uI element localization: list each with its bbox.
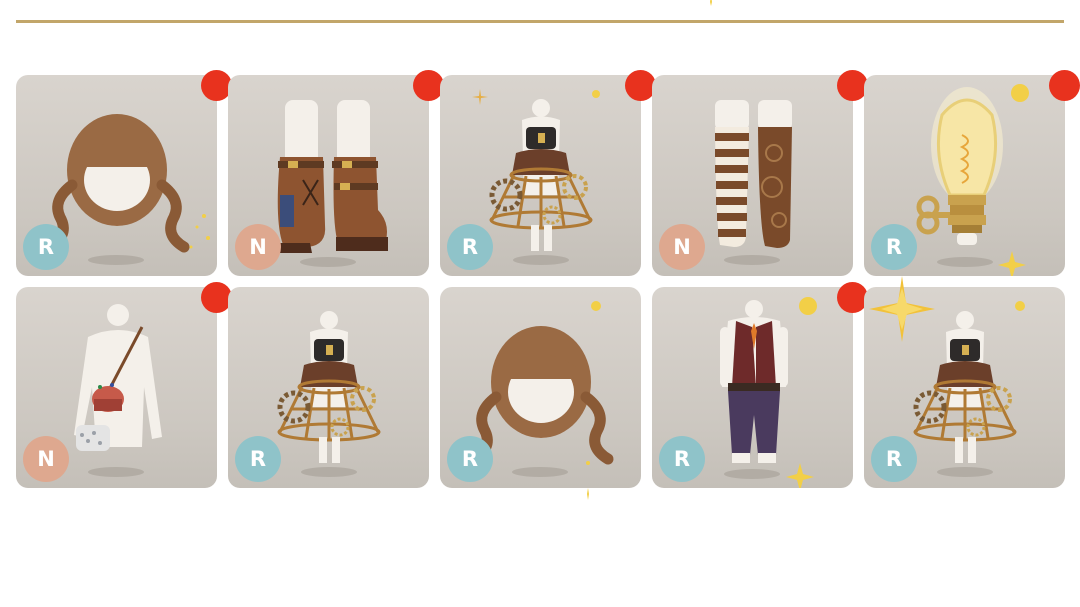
item-card[interactable]: N — [16, 282, 232, 488]
item-card[interactable]: N — [652, 70, 868, 276]
rarity-badge: R — [235, 436, 281, 482]
rarity-badge: N — [659, 224, 705, 270]
top-divider — [16, 20, 1064, 23]
item-card[interactable]: R — [652, 282, 868, 488]
sparkle-icon — [710, 0, 712, 6]
item-card[interactable]: R — [440, 70, 656, 276]
rarity-badge: R — [659, 436, 705, 482]
item-card[interactable]: N — [228, 70, 444, 276]
item-card[interactable]: R — [440, 287, 641, 488]
item-card[interactable]: R — [864, 287, 1065, 488]
item-grid: R N R N R N R R R R — [16, 70, 1080, 488]
item-card[interactable]: R — [864, 70, 1080, 276]
rarity-badge: R — [447, 224, 493, 270]
item-card[interactable]: R — [16, 70, 232, 276]
new-indicator — [1049, 70, 1080, 101]
rarity-badge: R — [23, 224, 69, 270]
item-card[interactable]: R — [228, 287, 429, 488]
rarity-badge: N — [23, 436, 69, 482]
rarity-badge: N — [235, 224, 281, 270]
rarity-badge: R — [871, 436, 917, 482]
sparkle-icon — [587, 488, 589, 500]
rarity-badge: R — [871, 224, 917, 270]
rarity-badge: R — [447, 436, 493, 482]
